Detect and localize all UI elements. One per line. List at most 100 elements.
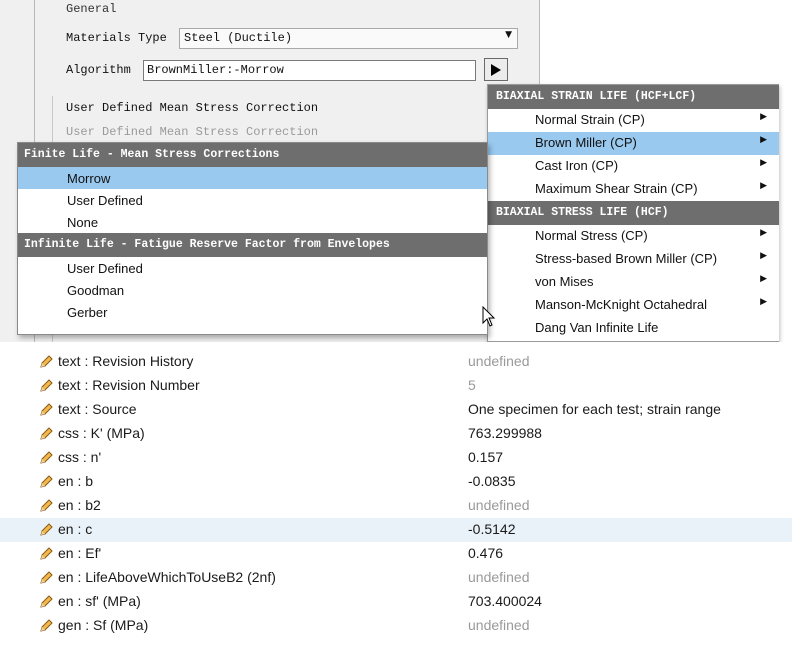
- menu-item-label: Normal Stress (CP): [535, 228, 648, 243]
- property-value: One specimen for each test; strain range: [468, 401, 721, 417]
- submenu-arrow-icon: ▶: [760, 135, 767, 145]
- submenu-arrow-icon: ▶: [760, 158, 767, 168]
- menu-item-label: Cast Iron (CP): [535, 158, 619, 173]
- property-name: en : b2: [58, 497, 101, 513]
- algorithm-input[interactable]: BrownMiller:-Morrow: [143, 60, 476, 81]
- property-row[interactable]: gen : Sf (MPa) undefined: [0, 614, 792, 638]
- property-row[interactable]: css : K' (MPa) 763.299988: [0, 422, 792, 446]
- menu-item-morrow[interactable]: Morrow: [18, 167, 487, 189]
- menu-section-header: Finite Life - Mean Stress Corrections: [18, 143, 487, 167]
- menu-item-label: Stress-based Brown Miller (CP): [535, 251, 718, 266]
- algorithm-menu: BIAXIAL STRAIN LIFE (HCF+LCF) Normal Str…: [487, 84, 779, 342]
- menu-item-stress-brown-miller[interactable]: Stress-based Brown Miller (CP) ▶: [488, 248, 779, 271]
- menu-item-normal-strain[interactable]: Normal Strain (CP) ▶: [488, 109, 779, 132]
- udm-label-disabled: User Defined Mean Stress Correction: [66, 125, 319, 139]
- property-value: -0.0835: [468, 473, 516, 489]
- property-name: en : LifeAboveWhichToUseB2 (2nf): [58, 569, 276, 585]
- submenu-arrow-icon: ▶: [760, 181, 767, 191]
- property-row-highlighted[interactable]: en : c -0.5142: [0, 518, 792, 542]
- materials-type-label: Materials Type: [66, 31, 167, 45]
- pencil-icon: [40, 571, 53, 584]
- menu-section-header: Infinite Life - Fatigue Reserve Factor f…: [18, 233, 487, 257]
- property-value: undefined: [468, 569, 530, 585]
- pencil-icon: [40, 595, 53, 608]
- property-name: en : sf' (MPa): [58, 593, 141, 609]
- submenu-arrow-icon: ▶: [760, 112, 767, 122]
- property-value: 0.476: [468, 545, 504, 561]
- property-value: undefined: [468, 353, 530, 369]
- menu-item-brown-miller[interactable]: Brown Miller (CP) ▶: [488, 132, 779, 155]
- menu-item-manson-mcknight[interactable]: Manson-McKnight Octahedral ▶: [488, 294, 779, 317]
- property-value: undefined: [468, 497, 530, 513]
- property-name: en : Ef': [58, 545, 102, 561]
- property-name: css : n': [58, 449, 102, 465]
- property-row[interactable]: en : b2 undefined: [0, 494, 792, 518]
- property-name: text : Source: [58, 401, 137, 417]
- pencil-icon: [40, 427, 53, 440]
- pencil-icon: [40, 475, 53, 488]
- general-section-label: General: [66, 2, 117, 16]
- menu-section-header: BIAXIAL STRESS LIFE (HCF): [488, 201, 779, 225]
- menu-item-cast-iron[interactable]: Cast Iron (CP) ▶: [488, 155, 779, 178]
- menu-item-label: Brown Miller (CP): [535, 135, 637, 150]
- pencil-icon: [40, 451, 53, 464]
- property-row[interactable]: text : Source One specimen for each test…: [0, 398, 792, 422]
- property-row[interactable]: css : n' 0.157: [0, 446, 792, 470]
- submenu-arrow-icon: ▶: [760, 274, 767, 284]
- menu-item-goodman[interactable]: Goodman: [18, 279, 487, 301]
- menu-item-label: Manson-McKnight Octahedral: [535, 297, 707, 312]
- property-value: 0.157: [468, 449, 504, 465]
- mean-stress-menu: Finite Life - Mean Stress Corrections Mo…: [17, 142, 488, 335]
- menu-item-label: Normal Strain (CP): [535, 112, 645, 127]
- property-row[interactable]: en : b -0.0835: [0, 470, 792, 494]
- property-row[interactable]: en : LifeAboveWhichToUseB2 (2nf) undefin…: [0, 566, 792, 590]
- menu-section-header: BIAXIAL STRAIN LIFE (HCF+LCF): [488, 85, 779, 109]
- menu-item-user-defined[interactable]: User Defined: [18, 189, 487, 211]
- pencil-icon: [40, 499, 53, 512]
- property-row[interactable]: en : sf' (MPa) 703.400024: [0, 590, 792, 614]
- submenu-arrow-icon: ▶: [760, 251, 767, 261]
- pencil-icon: [40, 379, 53, 392]
- property-value: 5: [468, 377, 476, 393]
- property-value: -0.5142: [468, 521, 516, 537]
- property-row[interactable]: text : Revision History undefined: [0, 350, 792, 374]
- property-row[interactable]: en : Ef' 0.476: [0, 542, 792, 566]
- property-name: gen : Sf (MPa): [58, 617, 149, 633]
- mouse-cursor-icon: [482, 306, 496, 327]
- property-name: css : K' (MPa): [58, 425, 145, 441]
- chevron-down-icon: ▼: [505, 30, 512, 40]
- menu-item-label: von Mises: [535, 274, 594, 289]
- property-name: text : Revision History: [58, 353, 194, 369]
- property-list: text : Revision History undefined text :…: [0, 350, 792, 638]
- pencil-icon: [40, 403, 53, 416]
- property-value: undefined: [468, 617, 530, 633]
- menu-item-label: Dang Van Infinite Life: [535, 320, 659, 335]
- property-name: en : c: [58, 521, 93, 537]
- pencil-icon: [40, 355, 53, 368]
- pencil-icon: [40, 547, 53, 560]
- menu-item-none[interactable]: None: [18, 211, 487, 233]
- property-name: text : Revision Number: [58, 377, 200, 393]
- algorithm-label: Algorithm: [66, 63, 131, 77]
- property-name: en : b: [58, 473, 94, 489]
- menu-item-label: Maximum Shear Strain (CP): [535, 181, 698, 196]
- pencil-icon: [40, 619, 53, 632]
- menu-item-user-defined-infinite[interactable]: User Defined: [18, 257, 487, 279]
- menu-item-von-mises[interactable]: von Mises ▶: [488, 271, 779, 294]
- menu-item-dang-van[interactable]: Dang Van Infinite Life: [488, 317, 779, 340]
- menu-item-max-shear-strain[interactable]: Maximum Shear Strain (CP) ▶: [488, 178, 779, 201]
- pencil-icon: [40, 523, 53, 536]
- algorithm-dialog: General Materials Type Steel (Ductile) ▼…: [0, 0, 792, 342]
- materials-type-value: Steel (Ductile): [184, 31, 293, 45]
- submenu-arrow-icon: ▶: [760, 228, 767, 238]
- menu-item-normal-stress[interactable]: Normal Stress (CP) ▶: [488, 225, 779, 248]
- property-row[interactable]: text : Revision Number 5: [0, 374, 792, 398]
- play-arrow-icon: [491, 63, 501, 76]
- algorithm-picker-button[interactable]: [484, 58, 508, 81]
- submenu-arrow-icon: ▶: [760, 297, 767, 307]
- property-value: 703.400024: [468, 593, 542, 609]
- property-value: 763.299988: [468, 425, 542, 441]
- materials-type-select[interactable]: Steel (Ductile) ▼: [179, 28, 518, 49]
- menu-item-gerber[interactable]: Gerber: [18, 301, 487, 323]
- udm-label: User Defined Mean Stress Correction: [66, 101, 319, 115]
